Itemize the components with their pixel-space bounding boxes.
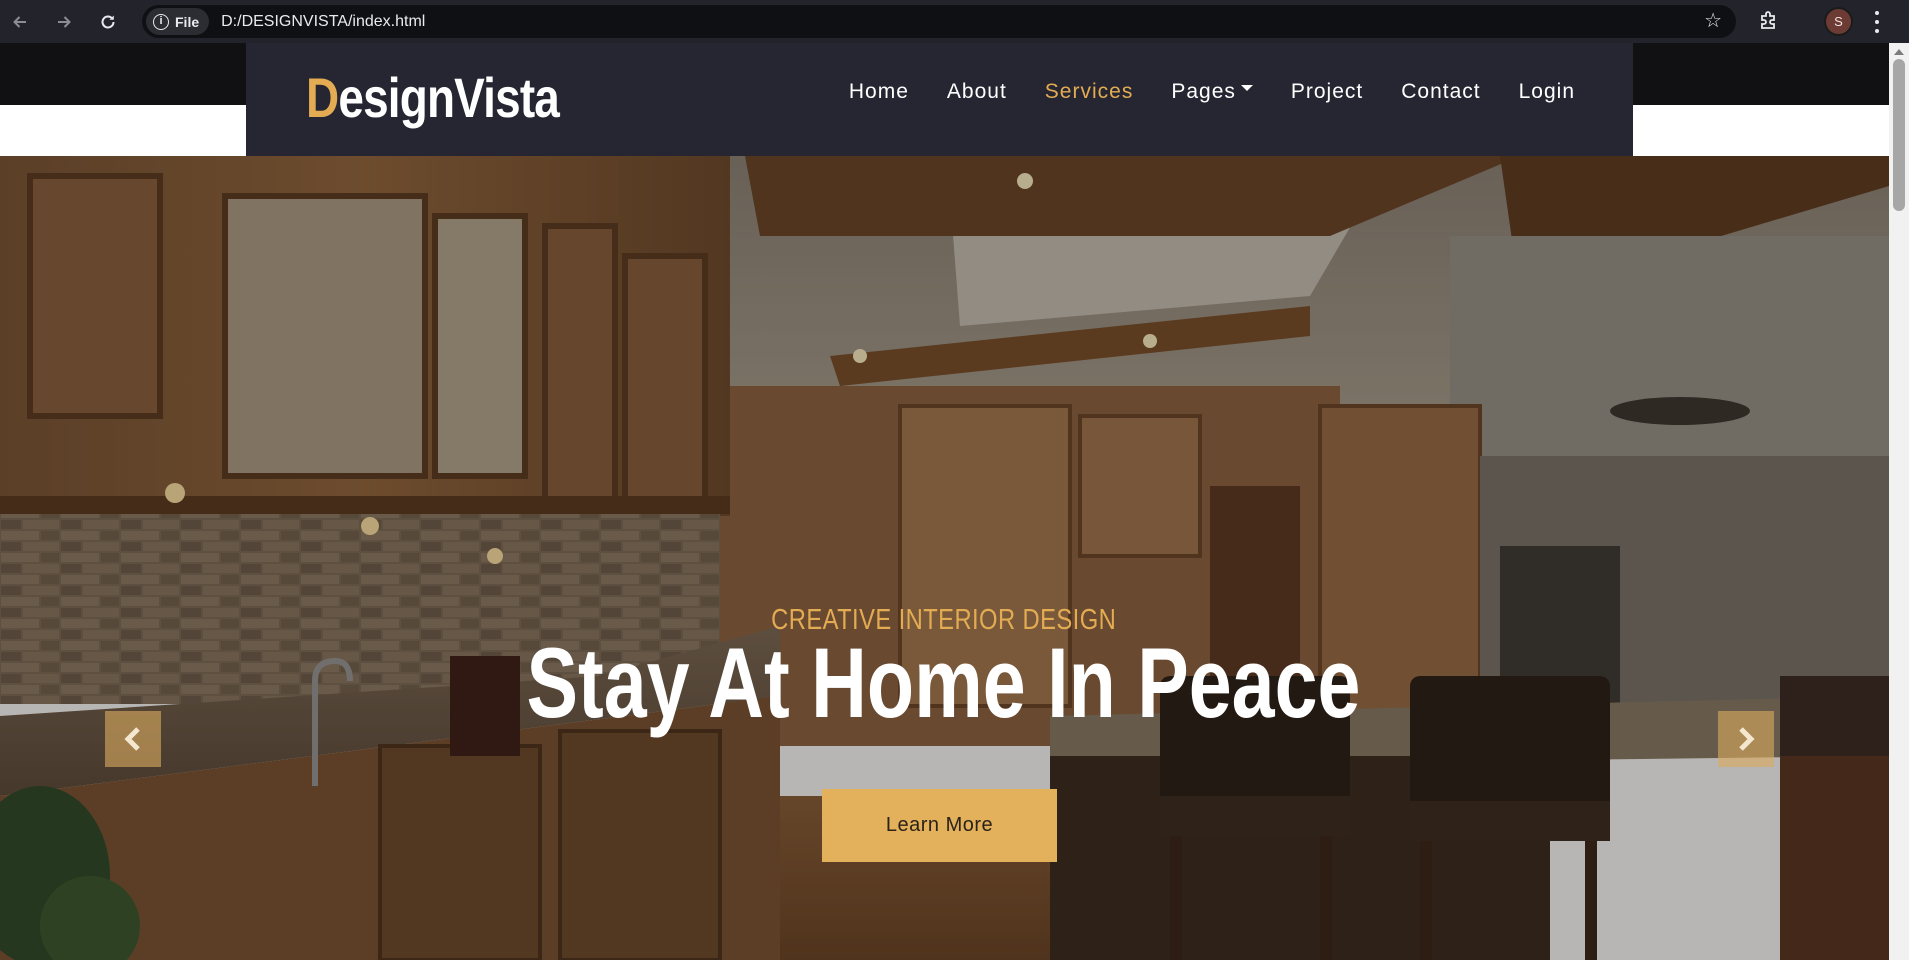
logo-rest: esignVista [338,66,560,129]
nav-item-project[interactable]: Project [1291,80,1363,104]
browser-toolbar: i File D:/DESIGNVISTA/index.html ☆ S [0,0,1909,43]
learn-more-button[interactable]: Learn More [822,789,1057,862]
nav-item-pages[interactable]: Pages [1171,80,1253,104]
caret-down-icon [1240,85,1253,91]
nav-item-login[interactable]: Login [1519,80,1575,104]
scroll-up-arrow-icon[interactable] [1894,49,1904,55]
site-info-chip[interactable]: i File [146,8,210,35]
page-viewport: CREATIVE INTERIOR DESIGN Stay At Home In… [0,43,1889,960]
chevron-left-icon [124,727,140,751]
nav-item-contact[interactable]: Contact [1401,80,1480,104]
address-bar[interactable]: i File D:/DESIGNVISTA/index.html ☆ [142,5,1736,38]
nav-menu: Home About Services Pages Project Contac… [849,80,1575,104]
hero-title: Stay At Home In Peace [526,627,1361,738]
carousel-next-button[interactable] [1718,711,1774,767]
profile-avatar[interactable]: S [1824,7,1853,36]
nav-item-home[interactable]: Home [849,80,909,104]
info-icon: i [153,13,169,30]
nav-item-pages-label: Pages [1171,80,1236,103]
forward-icon[interactable] [50,8,78,36]
site-navbar: DesignVista Home About Services Pages Pr… [246,43,1633,156]
url-text[interactable]: D:/DESIGNVISTA/index.html [221,13,425,31]
nav-item-services[interactable]: Services [1045,80,1134,104]
site-logo[interactable]: DesignVista [306,66,560,129]
logo-first-letter: D [306,66,339,129]
star-icon[interactable]: ☆ [1704,10,1722,32]
chevron-right-icon [1739,727,1755,751]
reload-icon[interactable] [94,8,122,36]
page-scrollbar[interactable] [1889,43,1909,960]
extensions-icon[interactable] [1758,10,1780,37]
back-icon[interactable] [6,8,34,36]
scrollbar-thumb[interactable] [1893,59,1905,211]
kebab-menu-icon[interactable] [1874,11,1880,33]
nav-item-about[interactable]: About [947,80,1007,104]
hero-carousel: CREATIVE INTERIOR DESIGN Stay At Home In… [0,156,1889,960]
file-chip-label: File [175,13,200,30]
carousel-prev-button[interactable] [105,711,161,767]
